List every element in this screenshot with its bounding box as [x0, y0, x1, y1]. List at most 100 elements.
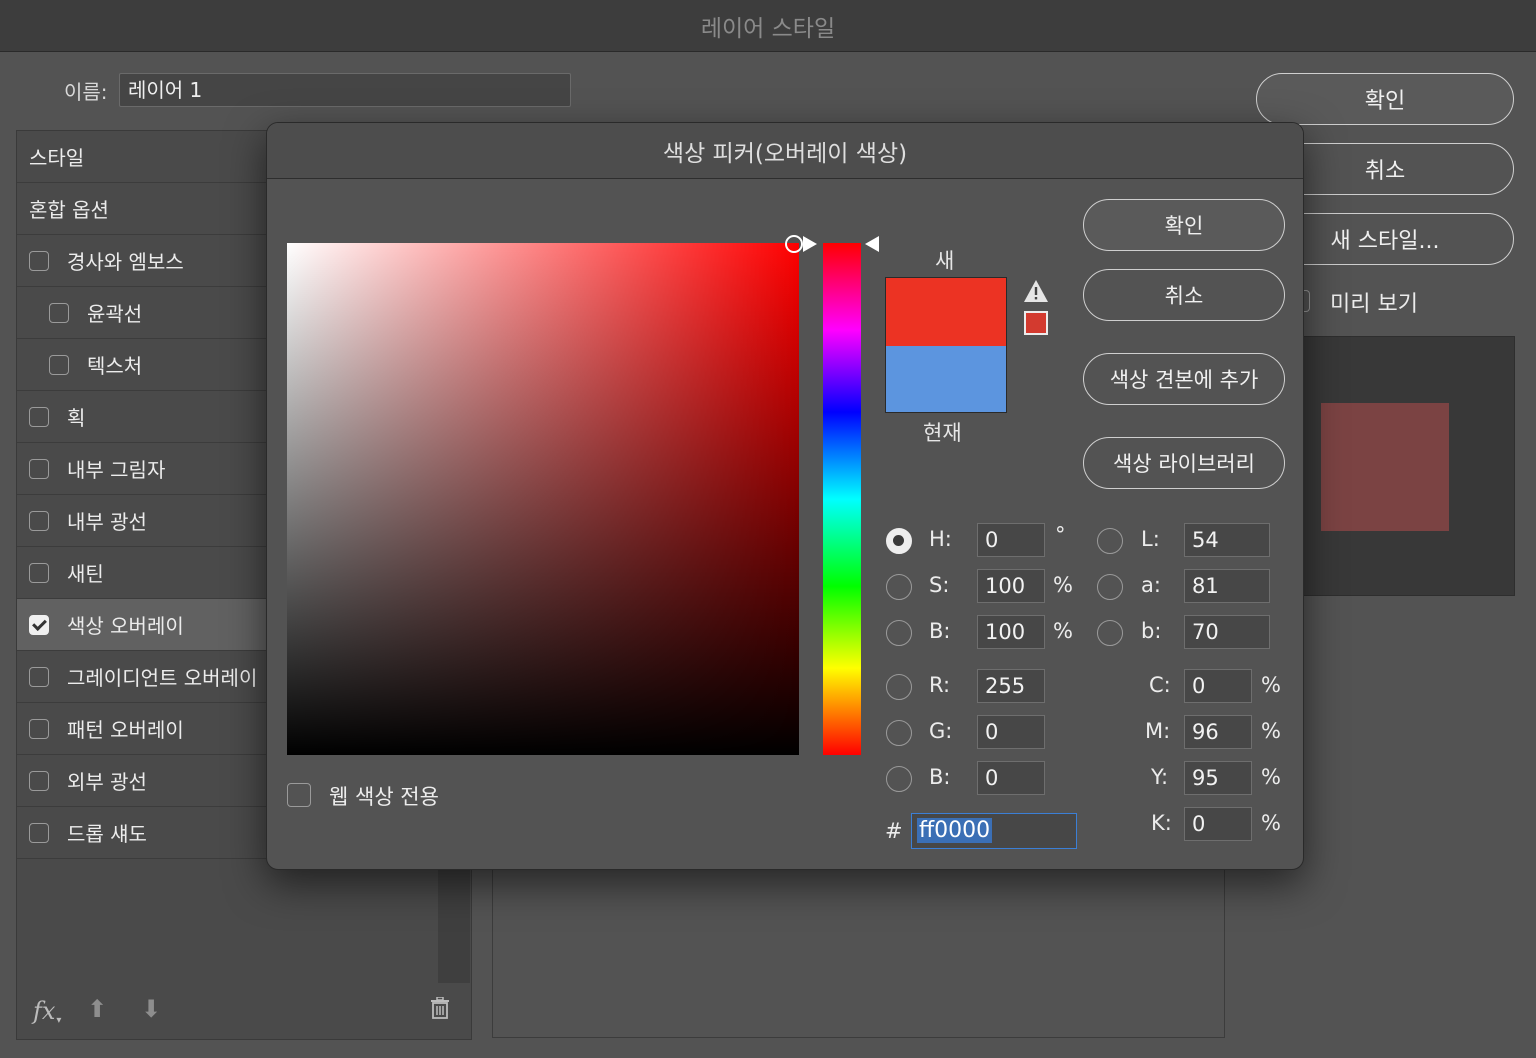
inner-shadow-checkbox[interactable] [29, 458, 49, 479]
pattern-overlay-checkbox[interactable] [29, 718, 49, 739]
brightness-input[interactable]: 100 [977, 615, 1045, 649]
current-color-label: 현재 [923, 421, 962, 445]
hex-value: ff0000 [917, 818, 993, 843]
saturation-brightness-field[interactable] [287, 243, 799, 755]
move-up-icon[interactable]: ⬆ [87, 995, 107, 1023]
magenta-label: M: [1145, 719, 1171, 743]
drop-shadow-checkbox[interactable] [29, 822, 49, 843]
lightness-input[interactable]: 54 [1184, 523, 1270, 557]
styles-footer: fx ▾ ⬆ ⬇ [17, 983, 471, 1039]
hue-radio[interactable] [886, 528, 912, 554]
green-input[interactable]: 0 [977, 715, 1045, 749]
out-of-gamut-warning-icon[interactable] [1023, 279, 1049, 303]
satin-checkbox[interactable] [29, 562, 49, 583]
red-radio[interactable] [886, 674, 912, 700]
style-item-label: 외부 광선 [67, 770, 147, 794]
cyan-unit: % [1261, 673, 1281, 697]
hue-label: H: [929, 527, 952, 551]
yellow-input[interactable]: 95 [1184, 761, 1252, 795]
window-title: 레이어 스타일 [0, 0, 1536, 52]
style-item-label: 드롭 섀도 [67, 822, 147, 846]
brightness-label: B: [929, 619, 951, 643]
b-channel-label: b: [1141, 619, 1162, 643]
stroke-checkbox[interactable] [29, 406, 49, 427]
hex-input[interactable]: ff0000 [911, 813, 1077, 849]
black-input[interactable]: 0 [1184, 807, 1252, 841]
styles-scrollbar[interactable] [438, 861, 470, 983]
add-to-swatches-button[interactable]: 색상 견본에 추가 [1083, 353, 1285, 405]
picker-cancel-button[interactable]: 취소 [1083, 269, 1285, 321]
style-item-label: 색상 오버레이 [67, 614, 184, 638]
preview-swatch [1321, 403, 1449, 531]
lightness-label: L: [1141, 527, 1160, 551]
contour-checkbox[interactable] [49, 302, 69, 323]
b-channel-input[interactable]: 70 [1184, 615, 1270, 649]
cyan-input[interactable]: 0 [1184, 669, 1252, 703]
web-colors-only-checkbox[interactable] [287, 783, 311, 807]
new-color-swatch [886, 278, 1006, 346]
picker-ok-button[interactable]: 확인 [1083, 199, 1285, 251]
cyan-label: C: [1149, 673, 1171, 697]
styles-header-label: 스타일 [29, 146, 85, 170]
blue-input[interactable]: 0 [977, 761, 1045, 795]
fx-dropdown-icon: ▾ [56, 1014, 62, 1026]
new-color-label: 새 [935, 249, 955, 273]
layer-name-input[interactable]: 레이어 1 [119, 73, 571, 107]
hue-unit: ° [1055, 523, 1066, 547]
style-item-label: 텍스처 [87, 354, 143, 378]
style-item-label: 경사와 엠보스 [67, 250, 184, 274]
hue-input[interactable]: 0 [977, 523, 1045, 557]
blue-label: B: [929, 765, 951, 789]
style-item-label: 내부 광선 [67, 510, 147, 534]
color-selection-marker[interactable] [785, 235, 803, 253]
a-channel-label: a: [1141, 573, 1161, 597]
style-item-label: 패턴 오버레이 [67, 718, 184, 742]
style-item-label: 새틴 [67, 562, 104, 586]
texture-checkbox[interactable] [49, 354, 69, 375]
a-channel-radio[interactable] [1097, 574, 1123, 600]
brightness-unit: % [1053, 619, 1073, 643]
lightness-radio[interactable] [1097, 528, 1123, 554]
web-colors-only-label: 웹 색상 전용 [329, 785, 439, 809]
magenta-unit: % [1261, 719, 1281, 743]
hue-slider-right-handle[interactable] [865, 236, 879, 252]
trash-icon[interactable] [431, 997, 449, 1019]
red-input[interactable]: 255 [977, 669, 1045, 703]
inner-glow-checkbox[interactable] [29, 510, 49, 531]
color-compare-swatch [885, 277, 1007, 413]
style-item-label: 그레이디언트 오버레이 [67, 666, 258, 690]
green-radio[interactable] [886, 720, 912, 746]
brightness-radio[interactable] [886, 620, 912, 646]
saturation-radio[interactable] [886, 574, 912, 600]
magenta-input[interactable]: 96 [1184, 715, 1252, 749]
color-overlay-checkbox[interactable] [29, 614, 49, 635]
red-label: R: [929, 673, 951, 697]
style-item-label: 내부 그림자 [67, 458, 166, 482]
hue-slider-left-handle[interactable] [803, 236, 817, 252]
a-channel-input[interactable]: 81 [1184, 569, 1270, 603]
preview-label: 미리 보기 [1330, 292, 1418, 317]
color-picker-dialog: 색상 피커(오버레이 색상) 새 현재 확인 취소 색상 견본에 추가 색상 라… [266, 122, 1304, 870]
outer-glow-checkbox[interactable] [29, 770, 49, 791]
preview-area [1296, 336, 1515, 596]
ok-button[interactable]: 확인 [1256, 73, 1514, 125]
bevel-emboss-checkbox[interactable] [29, 250, 49, 271]
black-unit: % [1261, 811, 1281, 835]
green-label: G: [929, 719, 953, 743]
move-down-icon[interactable]: ⬇ [141, 995, 161, 1023]
hue-slider[interactable] [823, 243, 861, 755]
blend-options-label: 혼합 옵션 [29, 198, 109, 222]
current-color-swatch[interactable] [886, 346, 1006, 412]
gradient-overlay-checkbox[interactable] [29, 666, 49, 687]
hex-label: # [885, 819, 903, 843]
style-item-label: 윤곽선 [87, 302, 143, 326]
color-libraries-button[interactable]: 색상 라이브러리 [1083, 437, 1285, 489]
saturation-input[interactable]: 100 [977, 569, 1045, 603]
yellow-label: Y: [1151, 765, 1169, 789]
style-item-label: 획 [67, 406, 86, 430]
gamut-correction-swatch[interactable] [1024, 311, 1048, 335]
saturation-unit: % [1053, 573, 1073, 597]
fx-button[interactable]: fx [33, 997, 55, 1025]
blue-radio[interactable] [886, 766, 912, 792]
b-channel-radio[interactable] [1097, 620, 1123, 646]
